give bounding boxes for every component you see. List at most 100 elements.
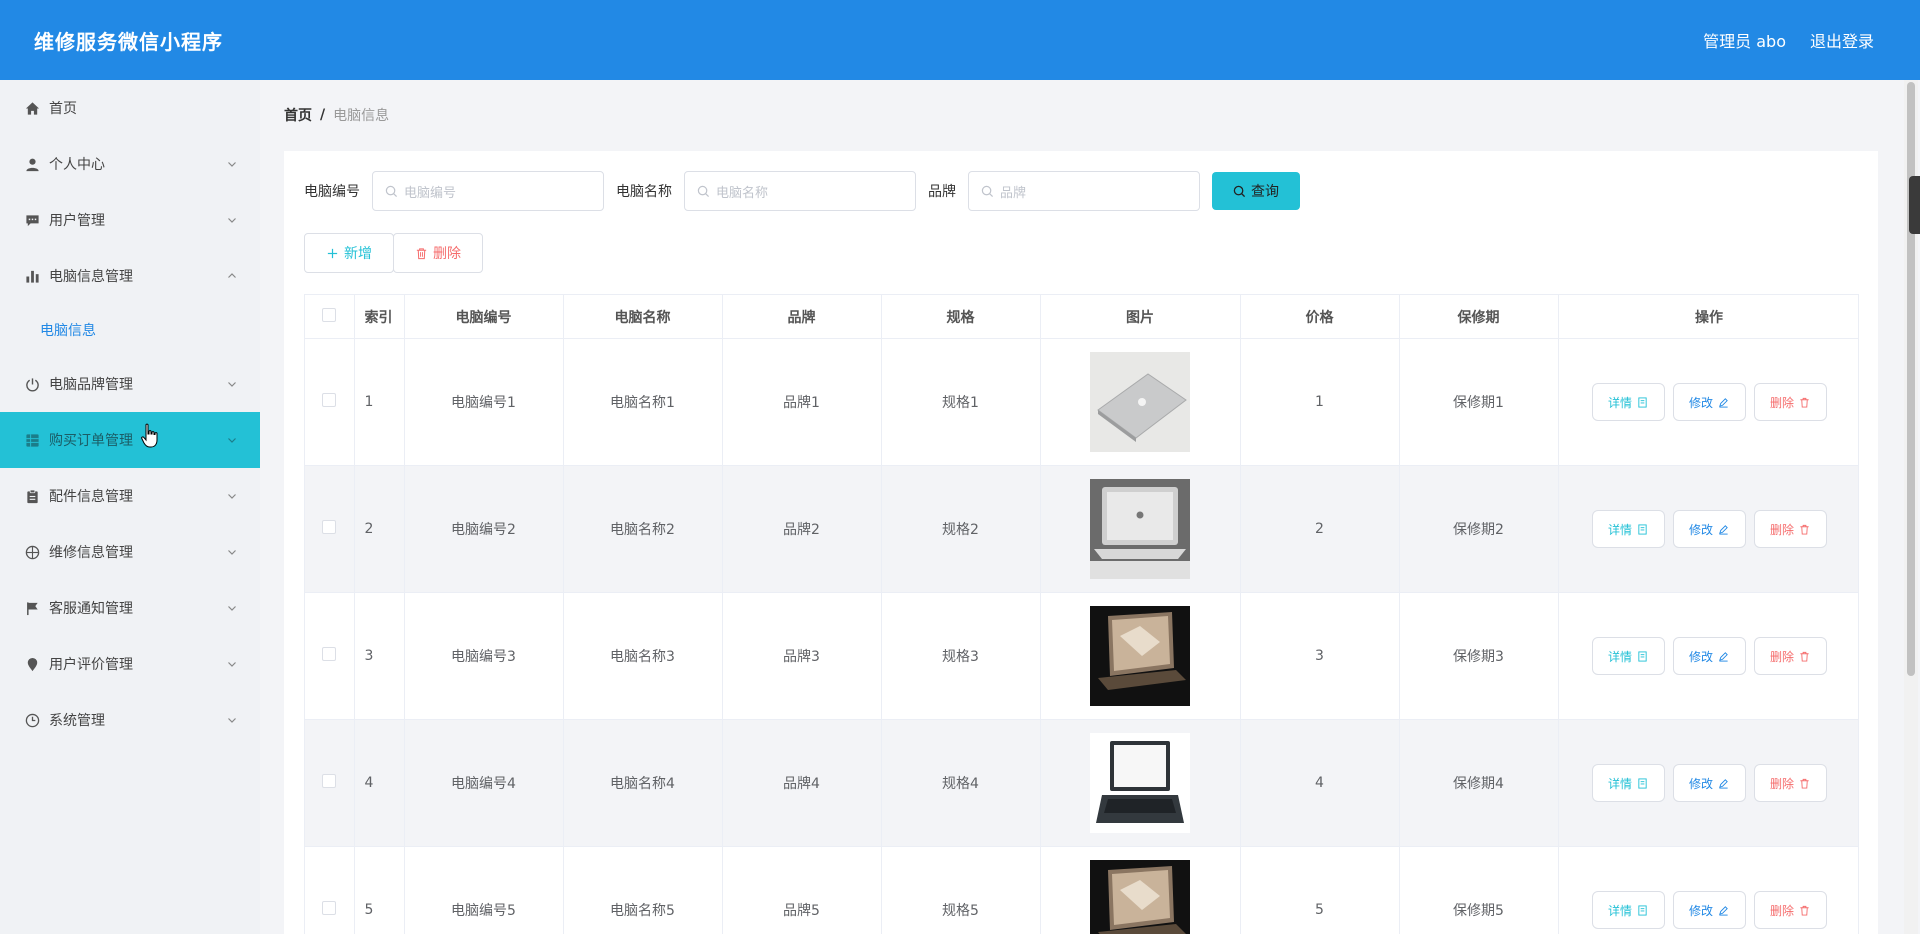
sidebar-item-computer-info-management[interactable]: 电脑信息管理 [0,248,260,304]
chevron-up-icon [228,273,236,278]
image-cell [1040,338,1241,466]
document-icon [1638,650,1647,662]
detail-button[interactable]: 详情 [1591,891,1665,929]
sidebar-item-computer-brand-management[interactable]: 电脑品牌管理 [0,356,260,412]
image-cell [1040,592,1241,720]
bar-chart-icon [24,268,40,284]
sidebar-item-purchase-order-management[interactable]: 购买订单管理 [0,412,260,468]
breadcrumb: 首页 / 电脑信息 [284,80,1878,150]
operations-cell: 详情 修改 删除 [1558,592,1858,720]
delete-button[interactable]: 删除 [1753,891,1827,929]
sidebar-item-home[interactable]: 首页 [0,80,260,136]
computer-code-label: 电脑编号 [304,184,360,200]
home-icon [24,100,40,116]
column-header: 保修期 [1399,294,1559,339]
price-cell: 1 [1240,338,1400,466]
scrollbar-thumb[interactable] [1907,82,1915,676]
brand-cell: 品牌5 [722,846,882,934]
input-placeholder: 电脑编号 [404,185,457,201]
warranty-cell: 保修期3 [1399,592,1559,720]
delete-button[interactable]: 删除 [1753,764,1827,802]
column-header: 品牌 [722,294,882,339]
code-cell: 电脑编号1 [404,338,564,466]
sidebar-subitem-computer-info[interactable]: 电脑信息 [0,304,260,356]
pencil-icon [1719,524,1728,535]
delete-button[interactable]: 删除 [1753,510,1827,548]
search-icon [697,185,710,197]
sidebar-item-label: 个人中心 [49,157,105,173]
delete-label: 删除 [1769,522,1794,537]
document-icon [1638,904,1647,916]
select-all-cell [305,294,355,339]
row-checkbox[interactable] [322,901,337,915]
index-cell: 4 [354,719,405,847]
table-header-row: 索引 电脑编号 电脑名称 品牌 规格 图片 价格 保修期 操作 [305,294,1858,339]
row-checkbox[interactable] [322,647,337,661]
top-bar: 维修服务微信小程序 管理员 abo 退出登录 [0,0,1920,80]
batch-delete-button[interactable]: 删除 [393,233,483,273]
index-cell: 3 [354,592,405,720]
delete-button[interactable]: 删除 [1753,637,1827,675]
laptop-image [1090,606,1190,706]
admin-user-label[interactable]: 管理员 abo [1703,28,1786,52]
compass-icon [24,544,40,560]
logout-link[interactable]: 退出登录 [1810,28,1874,52]
sidebar-item-label: 配件信息管理 [49,489,133,505]
row-checkbox[interactable] [322,393,337,407]
row-checkbox[interactable] [322,774,337,788]
select-all-checkbox[interactable] [322,307,337,322]
detail-button[interactable]: 详情 [1591,383,1665,421]
laptop-image [1090,733,1190,833]
sidebar-item-repair-info-management[interactable]: 维修信息管理 [0,524,260,580]
query-button[interactable]: 查询 [1212,172,1300,210]
price-cell: 5 [1240,846,1400,934]
main-content: 首页 / 电脑信息 电脑编号 电脑编号 电脑名称 电脑名称 品牌 品牌 查询 新… [284,80,1878,934]
sidebar-item-personal-center[interactable]: 个人中心 [0,136,260,192]
laptop-image [1090,860,1190,934]
column-header: 电脑名称 [563,294,723,339]
row-checkbox[interactable] [322,520,337,534]
chevron-down-icon [228,218,236,223]
detail-button[interactable]: 详情 [1591,764,1665,802]
edit-label: 修改 [1688,903,1713,918]
search-icon [385,185,398,197]
brand-input[interactable]: 品牌 [968,171,1200,211]
add-button-label: 新增 [344,246,372,262]
sidebar-item-user-management[interactable]: 用户管理 [0,192,260,248]
breadcrumb-current: 电脑信息 [333,108,390,124]
sidebar: 首页 个人中心 用户管理 电脑信息管理 电脑信息 电脑品牌管理 购买订单管理 配… [0,80,260,934]
edit-button[interactable]: 修改 [1672,383,1746,421]
delete-label: 删除 [1769,903,1794,918]
name-cell: 电脑名称2 [563,465,723,593]
search-icon [1233,185,1246,197]
detail-button[interactable]: 详情 [1591,637,1665,675]
detail-button[interactable]: 详情 [1591,510,1665,548]
column-header: 操作 [1558,294,1858,339]
computer-name-label: 电脑名称 [616,184,672,200]
sidebar-item-label: 首页 [49,101,77,117]
edit-button[interactable]: 修改 [1672,510,1746,548]
add-button[interactable]: 新增 [304,233,394,273]
sidebar-item-user-review-management[interactable]: 用户评价管理 [0,636,260,692]
delete-button[interactable]: 删除 [1753,383,1827,421]
sidebar-item-customer-notice-management[interactable]: 客服通知管理 [0,580,260,636]
name-cell: 电脑名称5 [563,846,723,934]
table-row: 3 电脑编号3 电脑名称3 品牌3 规格3 3 保修期3 详情 修改 删除 [305,592,1858,720]
computer-code-input[interactable]: 电脑编号 [372,171,604,211]
content-panel: 电脑编号 电脑编号 电脑名称 电脑名称 品牌 品牌 查询 新增 删除 索引 电脑… [284,151,1878,934]
computer-name-input[interactable]: 电脑名称 [684,171,916,211]
table-row: 2 电脑编号2 电脑名称2 品牌2 规格2 2 保修期2 详情 修改 删除 [305,465,1858,593]
column-header: 规格 [881,294,1041,339]
side-drawer-handle[interactable] [1909,176,1920,234]
trash-icon [1800,905,1809,916]
app-title: 维修服务微信小程序 [34,29,223,54]
edit-button[interactable]: 修改 [1672,637,1746,675]
breadcrumb-home[interactable]: 首页 [284,105,312,125]
edit-button[interactable]: 修改 [1672,764,1746,802]
pencil-icon [1719,651,1728,662]
sidebar-item-accessory-info-management[interactable]: 配件信息管理 [0,468,260,524]
flag-icon [24,600,40,616]
edit-button[interactable]: 修改 [1672,891,1746,929]
brand-cell: 品牌2 [722,465,882,593]
sidebar-item-system-management[interactable]: 系统管理 [0,692,260,748]
